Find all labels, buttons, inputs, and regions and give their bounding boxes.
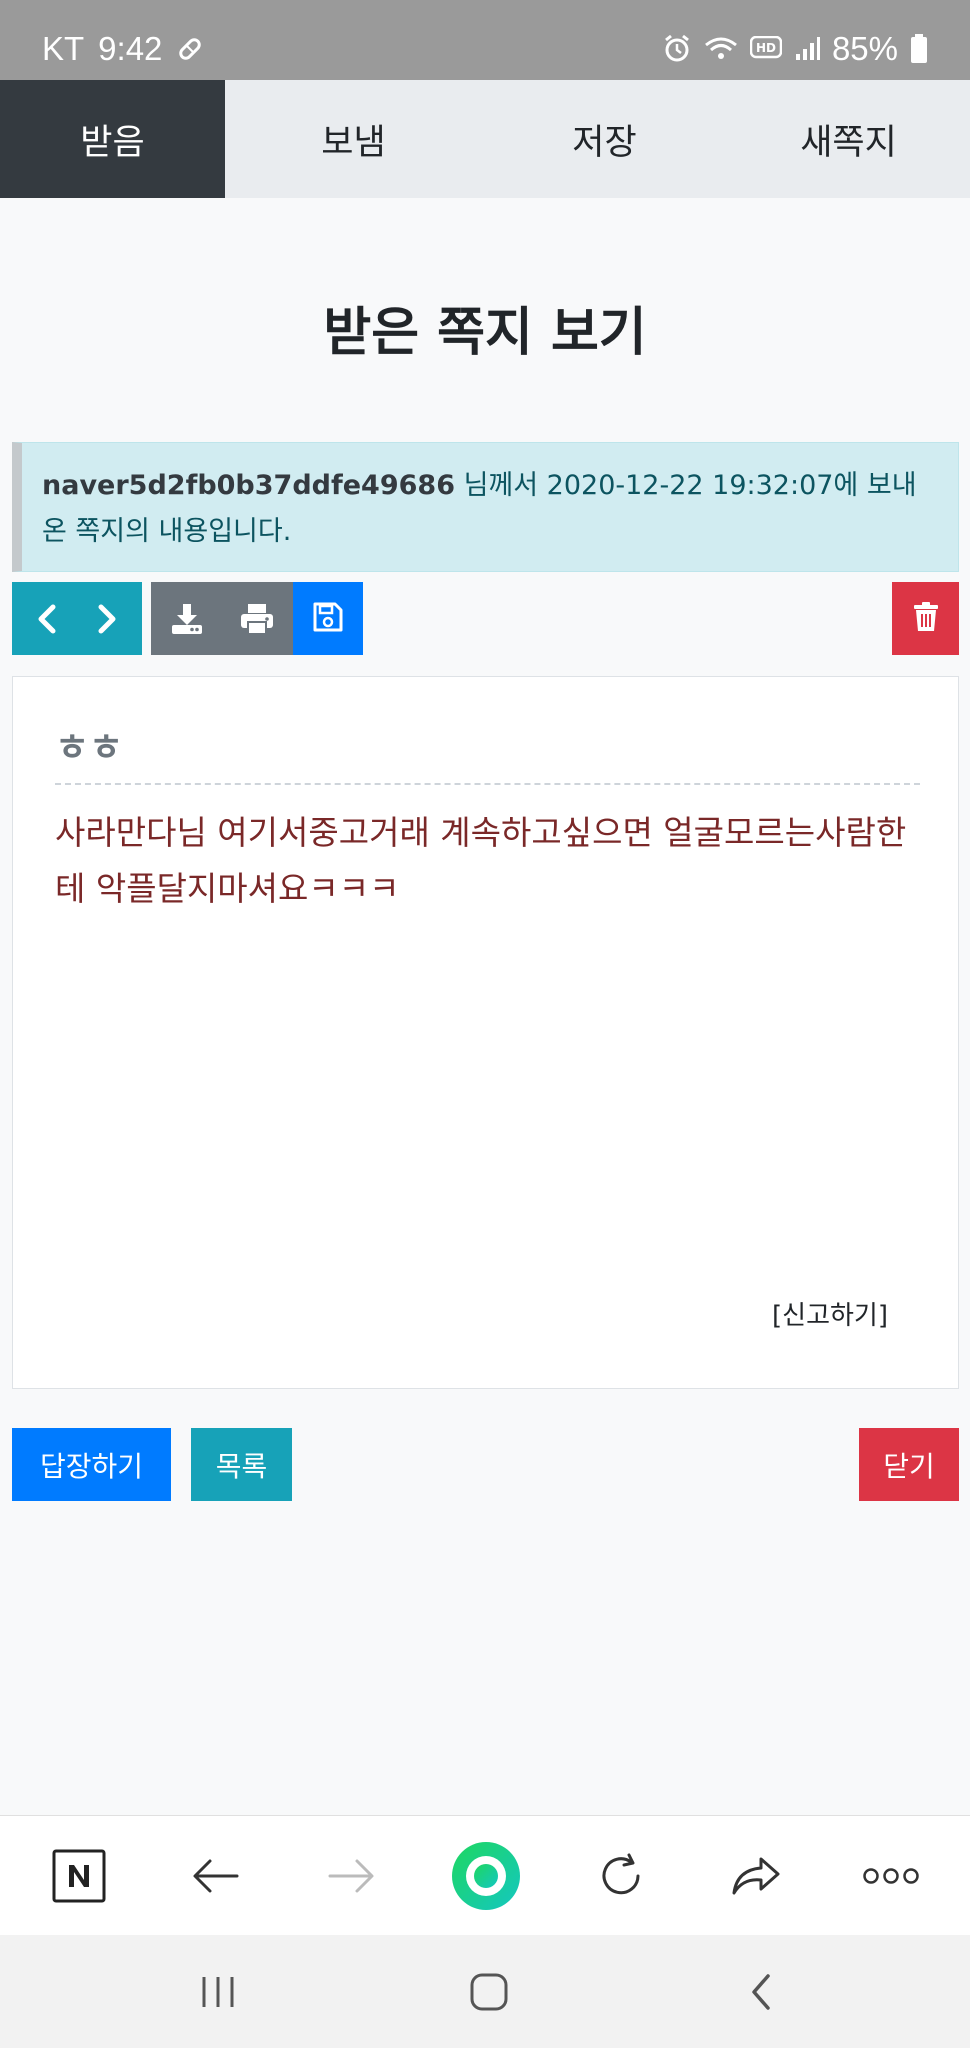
close-button[interactable]: 닫기 — [859, 1428, 959, 1501]
forward-arrow-icon[interactable] — [306, 1816, 396, 1936]
signal-icon — [794, 36, 820, 62]
share-icon[interactable] — [711, 1816, 801, 1936]
message-info-alert: naver5d2fb0b37ddfe49686 님께서 2020-12-22 1… — [12, 442, 959, 572]
report-link[interactable]: [신고하기] — [772, 1295, 888, 1332]
tab-new-message[interactable]: 새쪽지 — [727, 80, 970, 198]
recent-apps-icon[interactable] — [173, 1935, 263, 2048]
more-icon[interactable] — [846, 1816, 936, 1936]
delete-button[interactable] — [892, 582, 959, 655]
sender-name: naver5d2fb0b37ddfe49686 — [42, 470, 455, 501]
chevron-left-icon[interactable] — [17, 604, 77, 634]
reply-button[interactable]: 답장하기 — [12, 1428, 171, 1501]
tab-sent[interactable]: 보냄 — [225, 80, 482, 198]
alarm-icon — [662, 34, 692, 64]
tab-bar: 받음 보냄 저장 새쪽지 — [0, 80, 970, 198]
naver-icon[interactable] — [34, 1816, 124, 1936]
refresh-icon[interactable] — [576, 1816, 666, 1936]
message-card: ㅎㅎ 사라만다님 여기서중고거래 계속하고싶으면 얼굴모르는사람한테 악플달지마… — [12, 676, 959, 1389]
home-icon[interactable] — [444, 1935, 534, 2048]
list-button[interactable]: 목록 — [191, 1428, 292, 1501]
tab-received[interactable]: 받음 — [0, 80, 225, 198]
carrier-label: KT — [42, 30, 85, 67]
pill-icon — [176, 35, 204, 63]
save-button[interactable] — [293, 582, 363, 655]
svg-text:HD: HD — [756, 41, 776, 55]
tab-saved[interactable]: 저장 — [482, 80, 727, 198]
time-label: 9:42 — [98, 30, 163, 67]
message-body: 사라만다님 여기서중고거래 계속하고싶으면 얼굴모르는사람한테 악플달지마셔요ㅋ… — [55, 813, 907, 908]
battery-label: 85% — [831, 30, 898, 67]
wifi-icon — [704, 35, 738, 63]
download-print-group — [151, 582, 293, 655]
status-bar: KT 9:42 HD 85% — [0, 0, 970, 80]
back-icon[interactable] — [716, 1935, 806, 2048]
page-title: 받은 쪽지 보기 — [323, 303, 647, 363]
trash-icon — [913, 601, 939, 636]
subject-divider — [55, 783, 920, 785]
download-icon[interactable] — [152, 603, 222, 635]
message-subject: ㅎㅎ — [55, 726, 124, 769]
prev-next-group — [12, 582, 142, 655]
chevron-right-icon[interactable] — [77, 604, 137, 634]
green-dot-icon[interactable] — [441, 1816, 531, 1936]
browser-toolbar — [0, 1815, 970, 1935]
battery-icon — [910, 34, 928, 64]
hd-icon: HD — [749, 36, 782, 62]
save-icon — [313, 602, 343, 636]
back-arrow-icon[interactable] — [171, 1816, 261, 1936]
system-nav-bar — [0, 1935, 970, 2048]
print-icon[interactable] — [222, 603, 292, 635]
